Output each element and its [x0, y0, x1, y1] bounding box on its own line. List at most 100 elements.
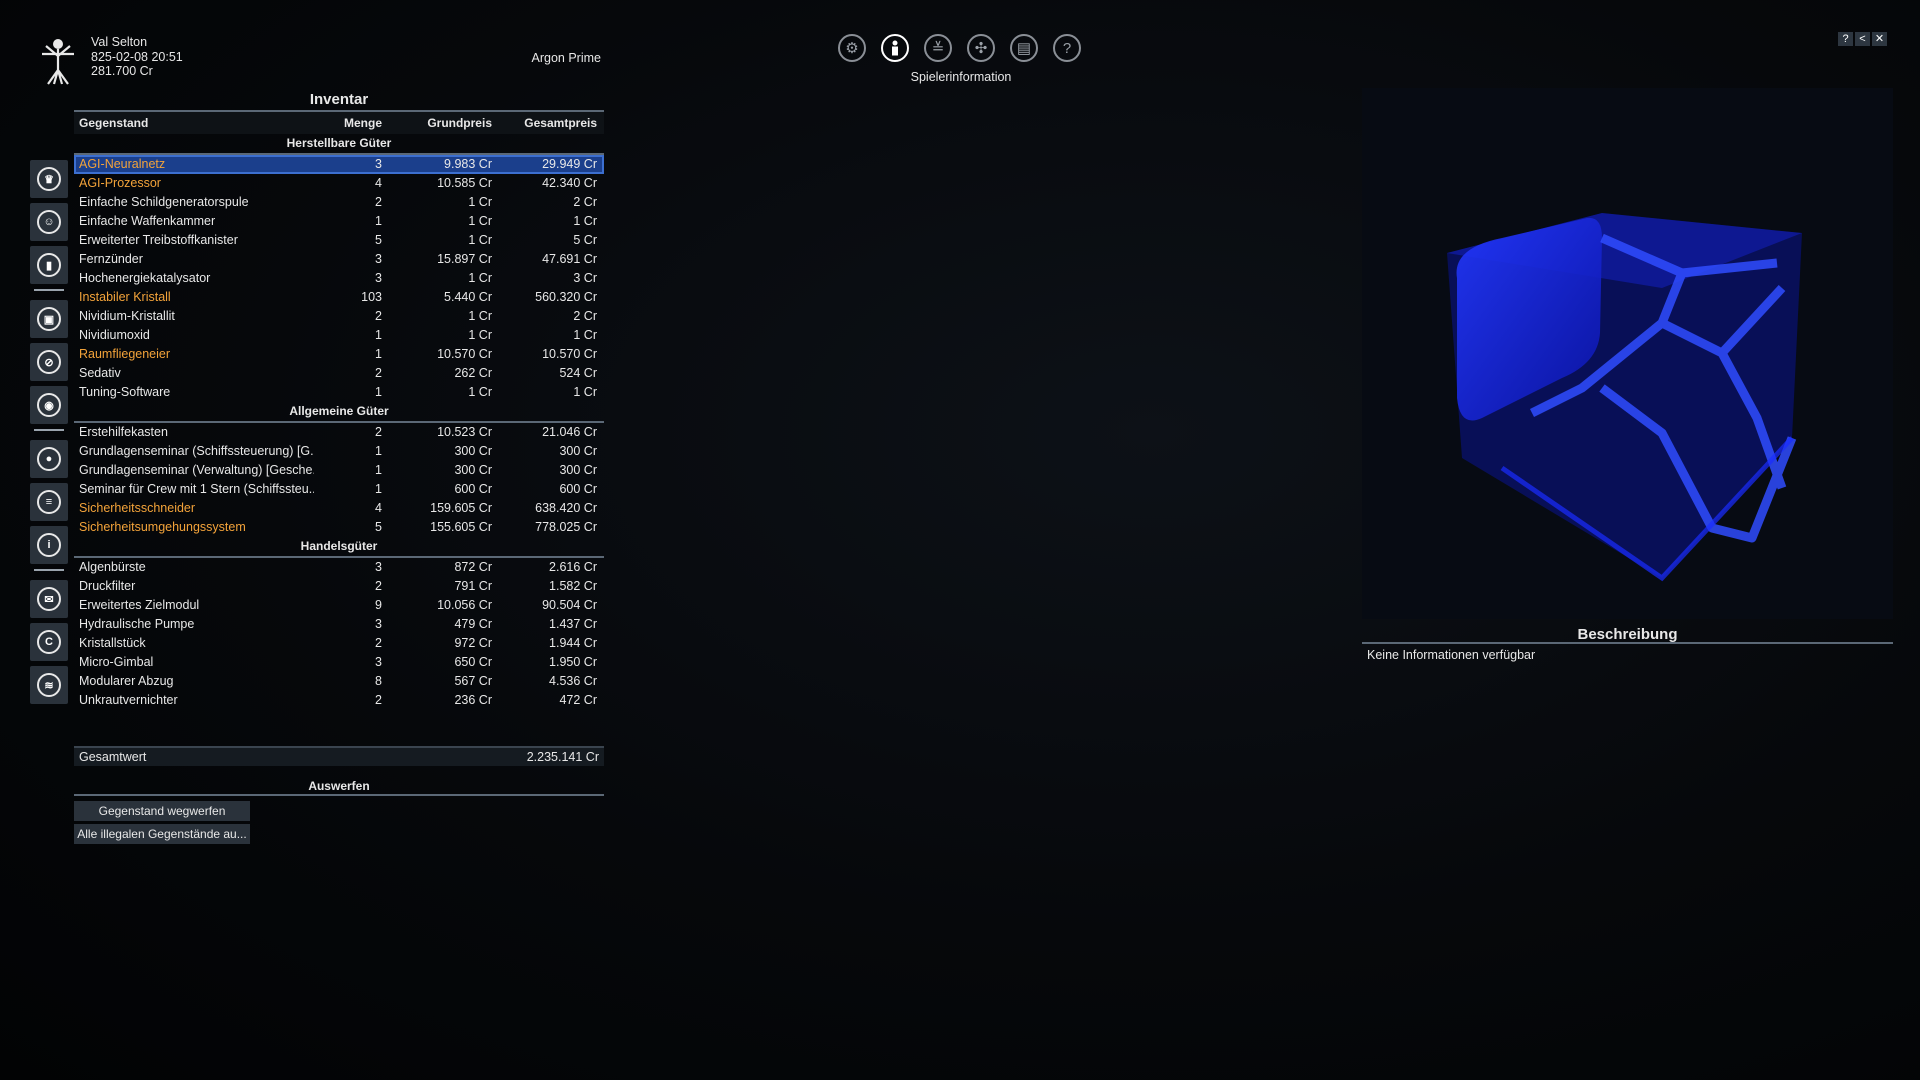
- inventory-row[interactable]: Micro-Gimbal 3 650 Cr 1.950 Cr: [74, 653, 604, 672]
- column-total-price[interactable]: Gesamtpreis: [492, 112, 600, 134]
- item-base-price: 479 Cr: [454, 617, 492, 631]
- sidebar-inventory-button[interactable]: ◉: [30, 386, 68, 424]
- item-base-price: 1 Cr: [468, 271, 492, 285]
- inventory-row[interactable]: Raumfliegeneier 1 10.570 Cr 10.570 Cr: [74, 345, 604, 364]
- inventory-row[interactable]: Grundlagenseminar (Schiffssteuerung) [G.…: [74, 442, 604, 461]
- discard-item-button[interactable]: Gegenstand wegwerfen: [74, 801, 250, 821]
- inventory-row[interactable]: Unkrautvernichter 2 236 Cr 472 Cr: [74, 691, 604, 710]
- inventory-row[interactable]: Erweitertes Zielmodul 9 10.056 Cr 90.504 Cr: [74, 596, 604, 615]
- player-info: Val Selton 825-02-08 20:51 281.700 Cr: [91, 35, 183, 79]
- settings-icon[interactable]: ⚙: [838, 34, 866, 62]
- people-icon: ☺: [37, 210, 61, 234]
- sidebar-ship-button[interactable]: ⊘: [30, 343, 68, 381]
- inventory-row[interactable]: Nividiumoxid 1 1 Cr 1 Cr: [74, 326, 604, 345]
- item-base-price: 10.570 Cr: [437, 347, 492, 361]
- sidebar-logbook-button[interactable]: ≋: [30, 666, 68, 704]
- inventory-row[interactable]: Instabiler Kristall 103 5.440 Cr 560.320 Cr: [74, 288, 604, 307]
- inventory-row[interactable]: Nividium-Kristallit 2 1 Cr 2 Cr: [74, 307, 604, 326]
- item-qty: 3: [375, 655, 382, 669]
- inventory-row[interactable]: Einfache Schildgeneratorspule 2 1 Cr 2 Cr: [74, 193, 604, 212]
- game-datetime: 825-02-08 20:51: [91, 49, 183, 64]
- discard-illegal-button[interactable]: Alle illegalen Gegenstände au...: [74, 824, 250, 844]
- inventory-icon: ◉: [37, 393, 61, 417]
- column-base-price[interactable]: Grundpreis: [382, 112, 492, 134]
- inventory-row[interactable]: Fernzünder 3 15.897 Cr 47.691 Cr: [74, 250, 604, 269]
- item-base-price: 567 Cr: [454, 674, 492, 688]
- item-total-price: 29.949 Cr: [542, 157, 597, 171]
- inventory-column-header: Gegenstand Menge Grundpreis Gesamtpreis: [74, 112, 604, 134]
- item-name: Unkrautvernichter: [79, 693, 178, 707]
- empire-icon[interactable]: ≚: [924, 34, 952, 62]
- help-button[interactable]: ?: [1838, 32, 1853, 46]
- top-menu: ⚙ ≚ ✣ ▤ ?: [838, 34, 1081, 62]
- sidebar-messages-button[interactable]: ✉: [30, 580, 68, 618]
- item-qty: 4: [375, 501, 382, 515]
- player-info-icon[interactable]: [881, 34, 909, 62]
- inventory-row[interactable]: Sicherheitsumgehungssystem 5 155.605 Cr 778…: [74, 518, 604, 537]
- sidebar-faction-button[interactable]: ♛: [30, 160, 68, 198]
- column-item[interactable]: Gegenstand: [74, 112, 314, 134]
- item-preview: [1362, 88, 1893, 619]
- sidebar-log-button[interactable]: ≡: [30, 483, 68, 521]
- inventory-row[interactable]: Sedativ 2 262 Cr 524 Cr: [74, 364, 604, 383]
- sidebar-property-button[interactable]: ▣: [30, 300, 68, 338]
- item-base-price: 1 Cr: [468, 309, 492, 323]
- inventory-row[interactable]: Kristallstück 2 972 Cr 1.944 Cr: [74, 634, 604, 653]
- sidebar-credits-button[interactable]: C: [30, 623, 68, 661]
- column-qty[interactable]: Menge: [314, 112, 382, 134]
- inventory-list: Herstellbare Güter AGI-Neuralnetz 3 9.983 C…: [74, 134, 604, 710]
- sidebar-stats-button[interactable]: ▮: [30, 246, 68, 284]
- item-total-price: 1 Cr: [573, 214, 597, 228]
- item-total-price: 1.437 Cr: [549, 617, 597, 631]
- encyclopedia-icon[interactable]: ▤: [1010, 34, 1038, 62]
- item-base-price: 15.897 Cr: [437, 252, 492, 266]
- sidebar: ♛ ☺ ▮ ▣ ⊘ ◉ ● ≡ i ✉ C ≋: [30, 160, 70, 709]
- player-name: Val Selton: [91, 35, 148, 49]
- item-base-price: 1 Cr: [468, 233, 492, 247]
- item-name: Grundlagenseminar (Verwaltung) [Gesche..…: [79, 463, 314, 477]
- item-name: Hochenergiekatalysator: [79, 271, 211, 285]
- item-name: Sedativ: [79, 366, 121, 380]
- inventory-row[interactable]: Erstehilfekasten 2 10.523 Cr 21.046 Cr: [74, 423, 604, 442]
- station-icon: ▣: [37, 307, 61, 331]
- close-button[interactable]: ✕: [1872, 32, 1887, 46]
- item-base-price: 5.440 Cr: [444, 290, 492, 304]
- inventory-row[interactable]: Seminar für Crew mit 1 Stern (Schiffsste…: [74, 480, 604, 499]
- item-preview-image: [1447, 213, 1802, 582]
- item-name: Micro-Gimbal: [79, 655, 154, 669]
- item-name: AGI-Neuralnetz: [79, 157, 166, 171]
- total-value: 2.235.141 Cr: [526, 750, 599, 764]
- item-total-price: 1.950 Cr: [549, 655, 597, 669]
- sidebar-personnel-button[interactable]: ☺: [30, 203, 68, 241]
- inventory-row[interactable]: Druckfilter 2 791 Cr 1.582 Cr: [74, 577, 604, 596]
- item-qty: 103: [361, 290, 382, 304]
- item-total-price: 3 Cr: [573, 271, 597, 285]
- item-name: Nividiumoxid: [79, 328, 150, 342]
- inventory-row[interactable]: Hochenergiekatalysator 3 1 Cr 3 Cr: [74, 269, 604, 288]
- inventory-row[interactable]: Erweiterter Treibstoffkanister 5 1 Cr 5 Cr: [74, 231, 604, 250]
- inventory-row[interactable]: Tuning-Software 1 1 Cr 1 Cr: [74, 383, 604, 402]
- inventory-row[interactable]: Algenbürste 3 872 Cr 2.616 Cr: [74, 558, 604, 577]
- item-base-price: 1 Cr: [468, 195, 492, 209]
- sidebar-diplomacy-button[interactable]: ●: [30, 440, 68, 478]
- inventory-row[interactable]: Hydraulische Pumpe 3 479 Cr 1.437 Cr: [74, 615, 604, 634]
- sidebar-info-button[interactable]: i: [30, 526, 68, 564]
- item-name: Fernzünder: [79, 252, 143, 266]
- inventory-row[interactable]: AGI-Prozessor 4 10.585 Cr 42.340 Cr: [74, 174, 604, 193]
- inventory-row[interactable]: Sicherheitsschneider 4 159.605 Cr 638.420 C…: [74, 499, 604, 518]
- item-name: Algenbürste: [79, 560, 146, 574]
- item-total-price: 1.944 Cr: [549, 636, 597, 650]
- item-qty: 3: [375, 157, 382, 171]
- item-qty: 5: [375, 520, 382, 534]
- help-icon[interactable]: ?: [1053, 34, 1081, 62]
- inventory-row[interactable]: Einfache Waffenkammer 1 1 Cr 1 Cr: [74, 212, 604, 231]
- item-total-price: 1 Cr: [573, 385, 597, 399]
- inventory-row[interactable]: AGI-Neuralnetz 3 9.983 Cr 29.949 Cr: [74, 155, 604, 174]
- window-controls: ? < ✕: [1838, 32, 1887, 46]
- inventory-row[interactable]: Modularer Abzug 8 567 Cr 4.536 Cr: [74, 672, 604, 691]
- inventory-row[interactable]: Grundlagenseminar (Verwaltung) [Gesche..…: [74, 461, 604, 480]
- map-icon[interactable]: ✣: [967, 34, 995, 62]
- item-name: Einfache Waffenkammer: [79, 214, 216, 228]
- back-button[interactable]: <: [1855, 32, 1870, 46]
- item-name: AGI-Prozessor: [79, 176, 161, 190]
